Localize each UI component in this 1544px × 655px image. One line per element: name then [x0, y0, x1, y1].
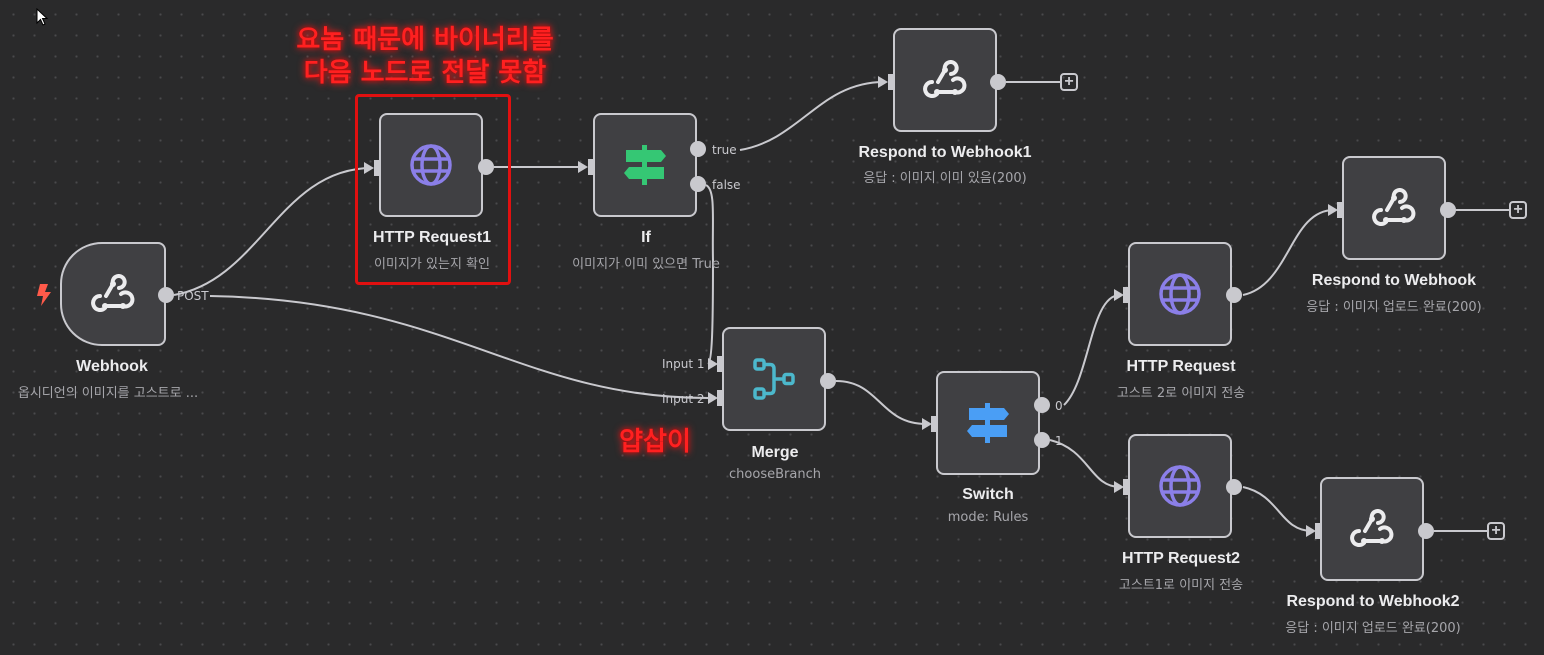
http-request-output-port[interactable] [1226, 287, 1242, 303]
node-switch[interactable] [936, 371, 1040, 475]
respond-output-port[interactable] [1440, 202, 1456, 218]
merge-input2-label: Input 2 [662, 392, 705, 406]
merge-output-port[interactable] [820, 373, 836, 389]
webhook-icon [1372, 188, 1416, 226]
node-respond-to-webhook[interactable] [1342, 156, 1446, 260]
merge-input1-label: Input 1 [662, 357, 705, 371]
globe-icon [1159, 465, 1201, 507]
edge-merge-to-switch[interactable] [835, 380, 927, 425]
merge-icon [753, 358, 795, 400]
node-http-request1[interactable] [379, 113, 483, 217]
node-respond-to-webhook2[interactable] [1320, 477, 1424, 581]
node-http-request2[interactable] [1128, 434, 1232, 538]
respond2-output-port[interactable] [1418, 523, 1434, 539]
http-request1-output-port[interactable] [478, 159, 494, 175]
switch-output-1-label: 1 [1055, 434, 1063, 448]
node-subtitle: 고스트 2로 이미지 전송 [1116, 386, 1246, 401]
node-subtitle: 응답 : 이미지 업로드 완료(200) [1306, 300, 1482, 315]
edge-http-request2-to-respond2[interactable] [1242, 486, 1313, 532]
node-http-request[interactable] [1128, 242, 1232, 346]
if-false-label: false [712, 178, 741, 192]
add-node-button[interactable]: + [1509, 201, 1527, 219]
mouse-cursor-icon [36, 8, 49, 26]
node-title: HTTP Request2 [1122, 550, 1240, 567]
edge-webhook-to-merge-input2[interactable] [209, 295, 709, 399]
node-title: HTTP Request [1126, 358, 1236, 375]
if-true-label: true [712, 143, 737, 157]
signpost-icon [967, 403, 1009, 443]
node-title: Switch [962, 486, 1014, 503]
annotation-line-2: 다음 노드로 전달 못함 [303, 58, 547, 88]
signpost-icon [624, 145, 666, 185]
annotation-line-1: 요놈 때문에 바이너리를 [296, 25, 554, 55]
node-merge[interactable] [722, 327, 826, 431]
arrow-respond1 [878, 76, 888, 88]
node-title: Respond to Webhook1 [858, 144, 1032, 161]
node-title: Respond to Webhook2 [1286, 593, 1460, 610]
node-subtitle: 이미지가 이미 있으면 True [572, 257, 720, 272]
http-request2-output-port[interactable] [1226, 479, 1242, 495]
node-title: If [641, 229, 651, 246]
webhook-icon [91, 274, 135, 312]
annotation-top-note: 요놈 때문에 바이너리를 다음 노드로 전달 못함 [260, 24, 590, 90]
node-if[interactable] [593, 113, 697, 217]
node-subtitle: 옵시디언의 이미지를 고스트로 ... [17, 386, 199, 401]
node-title: Respond to Webhook [1311, 272, 1477, 289]
node-subtitle: 응답 : 이미지 이미 있음(200) [863, 171, 1027, 186]
webhook-icon [1350, 509, 1394, 547]
node-webhook[interactable] [60, 242, 166, 346]
webhook-output-label: POST [177, 289, 209, 303]
switch-output-0-label: 0 [1055, 399, 1063, 413]
webhook-output-port[interactable] [158, 287, 174, 303]
add-node-button[interactable]: + [1487, 522, 1505, 540]
edge-if-false-to-merge-input1[interactable] [705, 184, 715, 365]
arrow-if [578, 161, 588, 173]
lightning-bolt-icon [37, 284, 51, 306]
switch-output-1-port[interactable] [1034, 432, 1050, 448]
node-title: Merge [751, 444, 799, 461]
node-subtitle: 응답 : 이미지 업로드 완료(200) [1285, 621, 1461, 636]
respond1-output-port[interactable] [990, 74, 1006, 90]
edge-if-true-to-respond1[interactable] [739, 81, 885, 151]
if-false-output-port[interactable] [690, 176, 706, 192]
node-subtitle: 고스트1로 이미지 전송 [1118, 578, 1244, 593]
add-node-button[interactable]: + [1060, 73, 1078, 91]
globe-icon [1159, 273, 1201, 315]
node-respond-to-webhook1[interactable] [893, 28, 997, 132]
globe-icon [410, 144, 452, 186]
switch-output-0-port[interactable] [1034, 397, 1050, 413]
node-title: Webhook [76, 358, 148, 375]
node-subtitle: mode: Rules [947, 510, 1029, 525]
webhook-icon [923, 60, 967, 98]
node-subtitle: chooseBranch [729, 467, 821, 482]
if-true-output-port[interactable] [690, 141, 706, 157]
